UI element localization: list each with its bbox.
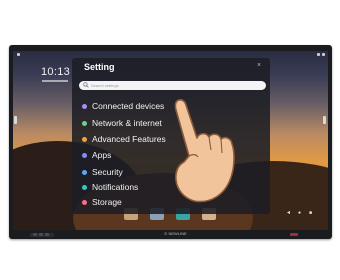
power-indicator[interactable] <box>290 233 298 236</box>
status-icon <box>17 53 20 56</box>
search-icon <box>83 82 89 88</box>
back-arrow-icon[interactable]: ◂ <box>287 209 290 216</box>
apps-icon <box>82 152 87 158</box>
menu-item-label: Advanced Features <box>92 134 166 144</box>
storage-icon <box>82 199 87 205</box>
close-icon[interactable]: × <box>257 62 261 69</box>
menu-item-label: Connected devices <box>92 101 165 111</box>
home-date <box>42 80 68 82</box>
status-icon <box>322 53 325 56</box>
home-icon[interactable]: ● <box>298 210 301 216</box>
menu-item-label: Storage <box>92 197 122 207</box>
settings-title: Setting <box>84 62 115 72</box>
usb-port <box>39 233 43 236</box>
scene: 10:13 ◂ ● ■ Setting × Connected devices … <box>0 0 340 280</box>
notifications-icon <box>82 184 87 190</box>
advanced-features-icon <box>82 136 87 142</box>
search-input[interactable] <box>91 81 261 90</box>
home-clock: 10:13 <box>41 66 71 78</box>
side-toolbar-handle-right[interactable] <box>323 116 326 124</box>
usb-port <box>33 233 37 236</box>
menu-item-label: Security <box>92 167 123 177</box>
security-icon <box>82 169 87 175</box>
recent-apps-icon[interactable]: ■ <box>309 210 312 216</box>
status-icon <box>317 53 320 56</box>
brand-logo: ⊙ NEWLINE <box>164 231 187 236</box>
network-icon <box>82 120 87 126</box>
menu-item-label: Notifications <box>92 182 139 192</box>
hand-pointer-icon <box>174 98 235 203</box>
menu-item-label: Network & internet <box>92 118 162 128</box>
connected-devices-icon <box>82 103 87 109</box>
usb-port <box>45 233 49 236</box>
menu-item-label: Apps <box>92 150 112 160</box>
side-toolbar-handle-left[interactable] <box>14 116 17 124</box>
